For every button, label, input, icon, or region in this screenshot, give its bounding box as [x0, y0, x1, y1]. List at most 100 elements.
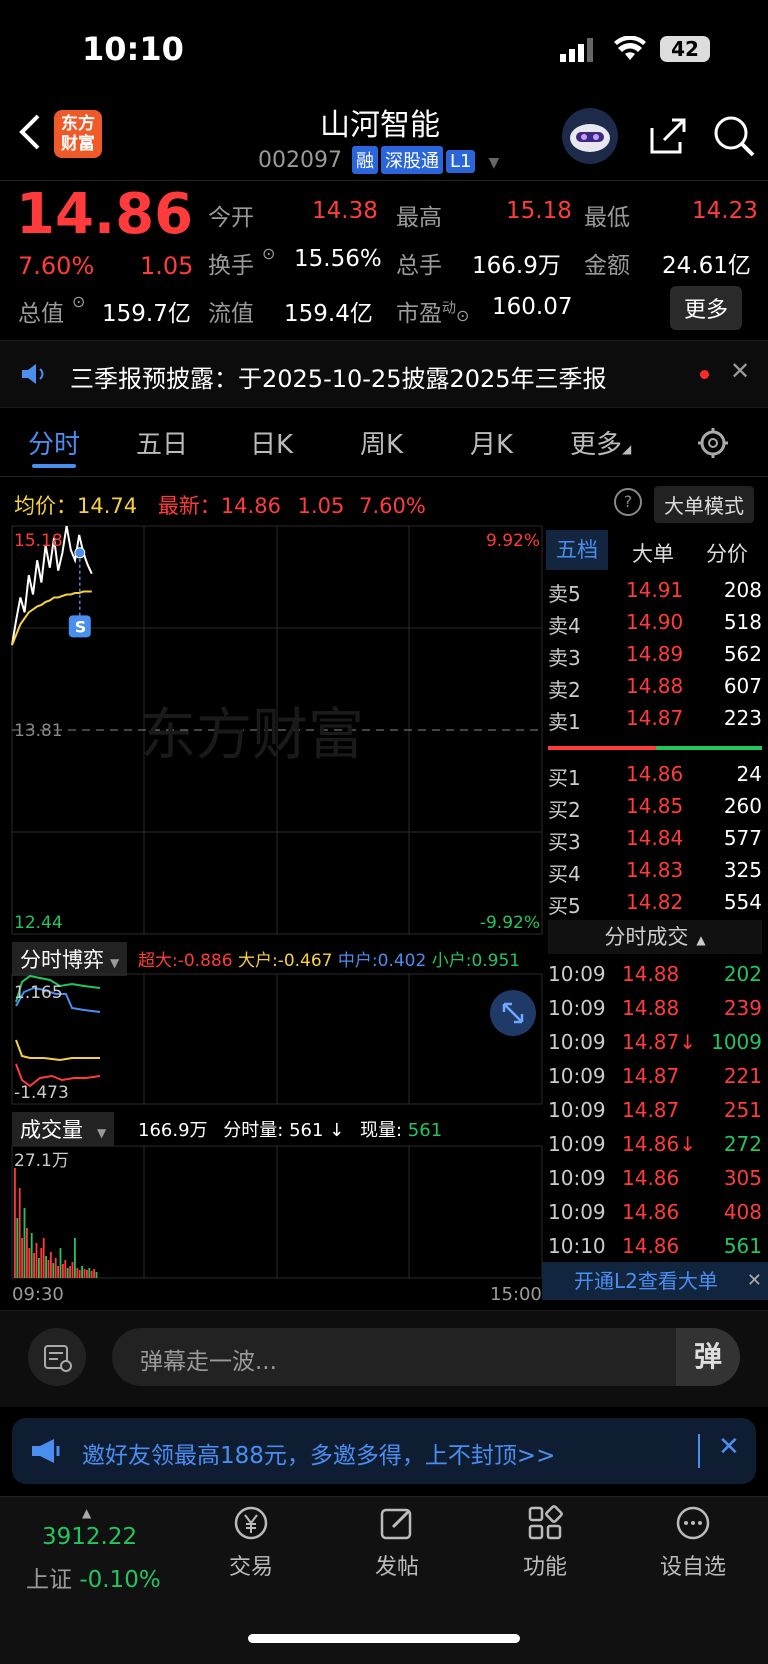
trade-volume: 305 [723, 1166, 762, 1190]
bid-price: 14.82 [626, 890, 684, 914]
volume-bar [42, 1238, 45, 1278]
high-label: 最高 [396, 205, 442, 231]
trade-volume: 251 [723, 1098, 762, 1122]
tab-monthly-k[interactable]: 月K [470, 424, 513, 461]
volume-bar [26, 1228, 28, 1278]
back-icon[interactable] [18, 112, 42, 156]
edit-icon [379, 1505, 415, 1541]
info-icon[interactable]: ⊙ [72, 292, 85, 311]
tab-daily-k[interactable]: 日K [250, 424, 293, 461]
index-pct: -0.10% [79, 1567, 161, 1593]
current-price: 14.86 [16, 182, 194, 247]
nav-post-label: 发帖 [374, 1555, 419, 1580]
float-value: 159.4亿 [284, 301, 373, 327]
volume-bar [54, 1258, 57, 1278]
info-icon[interactable]: ⊙ [456, 306, 469, 325]
index-widget[interactable]: ▲ 3912.22 上证 -0.10% [20, 1506, 180, 1596]
trade-volume: 272 [723, 1132, 762, 1156]
help-icon[interactable]: ? [614, 488, 642, 516]
ask-label: 卖2 [548, 678, 581, 702]
ask-label: 卖3 [548, 646, 581, 670]
trade-volume: 221 [723, 1064, 762, 1088]
y-min-label: 12.44 [14, 913, 63, 933]
trade-row: 10:09 14.87↓ 1009 [548, 1026, 762, 1060]
ask-price: 14.89 [626, 642, 684, 666]
bid-volume: 577 [723, 826, 762, 850]
trades-header[interactable]: 分时成交 ▲ [548, 920, 762, 954]
ask-row: 卖2 14.88 607 [548, 670, 762, 702]
volume-bar [38, 1258, 40, 1278]
robot-avatar-icon[interactable] [562, 108, 618, 164]
danmaku-send-icon[interactable]: 弹 [676, 1328, 740, 1386]
info-icon[interactable]: ⊙ [262, 244, 275, 263]
trade-volume: 202 [723, 962, 762, 986]
comment-list-icon[interactable] [28, 1328, 86, 1386]
flow-max-label: 1.165 [14, 983, 63, 1003]
nav-functions[interactable]: 功能 [490, 1505, 600, 1581]
tab-price-dist[interactable]: 分价 [706, 538, 748, 568]
tab-big-order[interactable]: 大单 [632, 538, 674, 568]
app-logo[interactable]: 东方 财富 [54, 110, 102, 158]
share-icon[interactable] [648, 116, 688, 160]
search-icon[interactable] [712, 114, 756, 162]
avg-label: 均价： [14, 494, 77, 518]
trade-volume: 561 [723, 1234, 762, 1258]
trades-title: 分时成交 [604, 925, 689, 949]
change-pct: 7.60% [18, 252, 95, 280]
grid-icon [527, 1505, 563, 1541]
expand-icon[interactable] [490, 990, 536, 1036]
chart-watermark: 东方财富 [140, 703, 364, 768]
l2-banner[interactable]: 开通L2查看大单 ✕ [542, 1262, 768, 1300]
flow-selector[interactable]: 分时博弈 ▼ [12, 942, 128, 976]
danmaku-input[interactable]: 弹幕走一波... 弹 [112, 1328, 740, 1386]
notice-bar[interactable]: 三季报预披露：于2025-10-25披露2025年三季报 ✕ [0, 340, 768, 408]
trade-volume: 239 [723, 996, 762, 1020]
trade-row: 10:09 14.86 408 [548, 1196, 762, 1230]
bid-label: 买1 [548, 766, 581, 790]
volume-bar [86, 1270, 88, 1278]
close-icon[interactable]: ✕ [747, 1262, 762, 1300]
volume-bar [16, 1218, 19, 1278]
nav-watchlist[interactable]: 设自选 [638, 1505, 748, 1581]
tab-five-day[interactable]: 五日 [136, 424, 188, 461]
tick-volume-label: 分时量: [223, 1120, 284, 1141]
ask-row: 卖1 14.87 223 [548, 702, 762, 734]
header-divider [0, 180, 768, 181]
close-icon[interactable]: ✕ [730, 357, 750, 385]
bid-price: 14.85 [626, 794, 684, 818]
trade-price: 14.87 [622, 1064, 680, 1088]
trade-time: 10:09 [548, 962, 606, 986]
trade-price: 14.86 [622, 1200, 680, 1224]
tab-more[interactable]: 更多◢ [570, 424, 631, 461]
tick-volume-value: 561 ↓ [289, 1120, 345, 1141]
nav-post[interactable]: 发帖 [342, 1505, 452, 1581]
chevron-down-icon[interactable]: ▼ [488, 155, 499, 171]
volume-selector[interactable]: 成交量 ▼ [12, 1112, 115, 1146]
home-indicator [248, 1634, 520, 1643]
volume-bar [78, 1270, 81, 1278]
trade-time: 10:09 [548, 1132, 606, 1156]
trade-volume: 1009 [711, 1030, 762, 1054]
trade-time: 10:09 [548, 1030, 606, 1054]
more-button[interactable]: 更多 [670, 286, 743, 330]
latest-change: 1.05 [297, 494, 345, 518]
tab-five-level[interactable]: 五档 [546, 530, 608, 570]
trade-time: 10:10 [548, 1234, 606, 1258]
ask-volume: 208 [723, 578, 762, 602]
pct-max-label: 9.92% [486, 531, 540, 551]
big-order-mode-button[interactable]: 大单模式 [654, 486, 754, 523]
tab-intraday[interactable]: 分时 [28, 424, 80, 461]
volume-bar [69, 1266, 71, 1278]
nav-trade[interactable]: 交易 [196, 1505, 306, 1581]
marker-s-text: S [75, 617, 87, 636]
ask-volume: 562 [723, 642, 762, 666]
invite-banner[interactable]: 邀好友领最高188元，多邀多得，上不封顶>> ✕ [12, 1418, 756, 1484]
close-icon[interactable]: ✕ [718, 1432, 740, 1462]
volume-bar [52, 1263, 55, 1278]
tab-weekly-k[interactable]: 周K [360, 424, 403, 461]
status-time: 10:10 [82, 30, 184, 68]
bid-row: 买1 14.86 24 [548, 758, 762, 790]
gear-icon[interactable] [696, 426, 730, 464]
trade-row: 10:09 14.88 239 [548, 992, 762, 1026]
volume-chart: 27.1万 [11, 1145, 543, 1279]
